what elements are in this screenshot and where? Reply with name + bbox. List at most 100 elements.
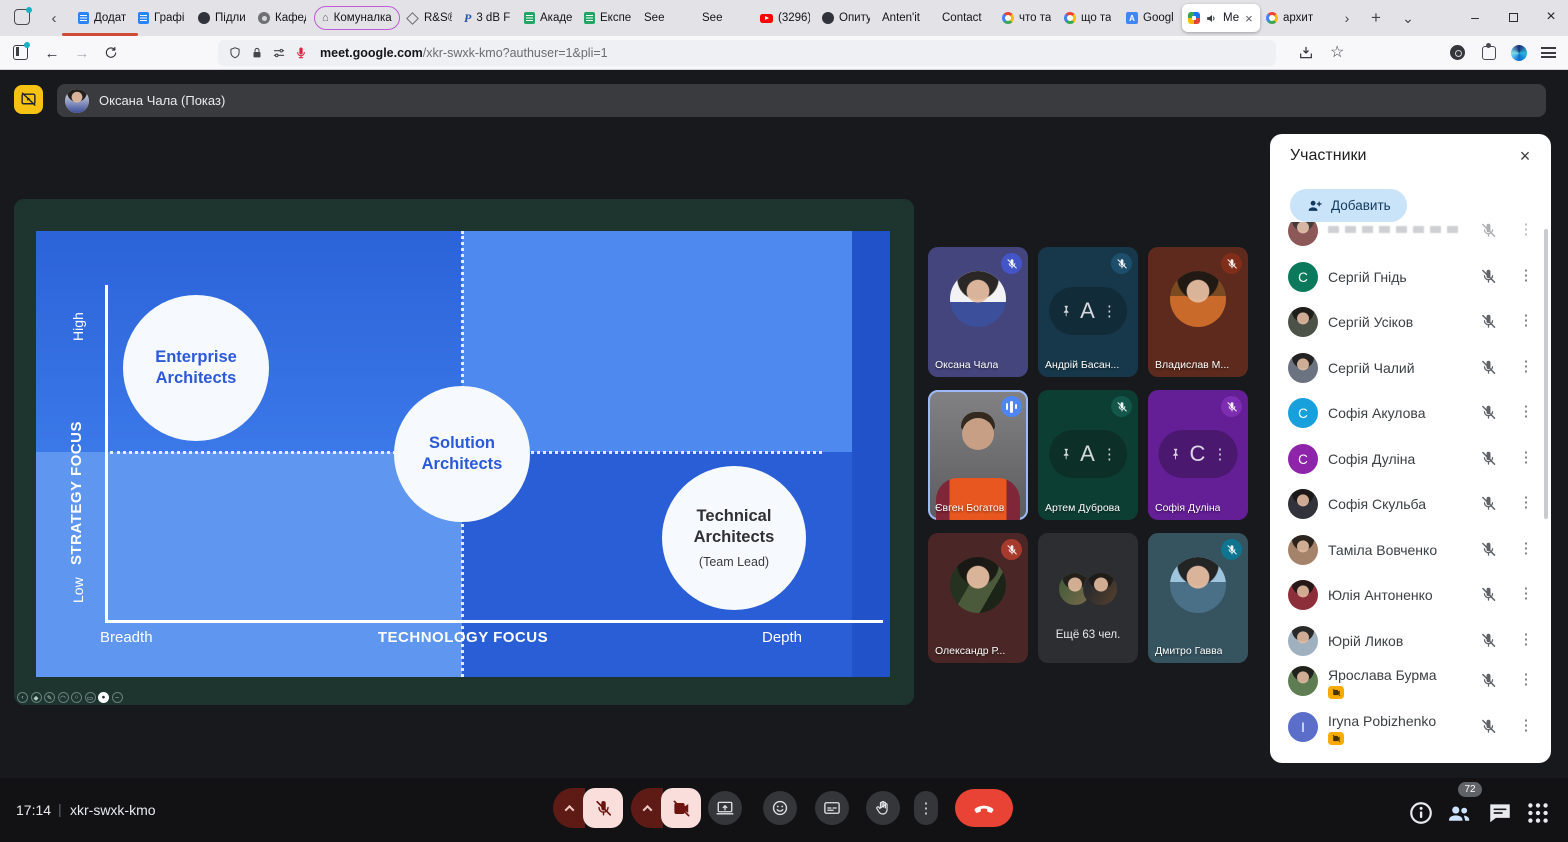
browser-tab[interactable]: Кафед bbox=[252, 4, 312, 32]
browser-tab[interactable]: Contact U bbox=[936, 4, 996, 32]
participant-row[interactable]: Таміла Вовченко ⋮ bbox=[1270, 528, 1551, 572]
participant-menu-icon[interactable]: ⋮ bbox=[1518, 266, 1534, 286]
participant-row[interactable]: I Iryna Pobizhenko ⋮ bbox=[1270, 705, 1551, 757]
participant-menu-icon[interactable]: ⋮ bbox=[1518, 584, 1534, 604]
shield-icon[interactable] bbox=[228, 46, 242, 60]
browser-tab[interactable]: See bbox=[638, 4, 696, 32]
participant-row[interactable]: Софія Скульба ⋮ bbox=[1270, 482, 1551, 526]
browser-tab[interactable]: що та bbox=[1058, 4, 1120, 32]
window-restore-button[interactable] bbox=[1494, 0, 1532, 34]
browser-tab[interactable]: Експе bbox=[578, 4, 638, 32]
video-tile-more-people[interactable]: Ещё 63 чел. bbox=[1038, 533, 1138, 663]
mic-permission-icon[interactable] bbox=[294, 46, 308, 60]
captions-button[interactable] bbox=[815, 791, 849, 825]
participant-menu-icon[interactable]: ⋮ bbox=[1518, 670, 1534, 690]
reactions-button[interactable] bbox=[763, 791, 797, 825]
activities-button[interactable] bbox=[1525, 800, 1551, 826]
participant-row-clipped[interactable]: ⋮ bbox=[1270, 222, 1551, 253]
tab-audio-speaker-icon[interactable] bbox=[1205, 12, 1218, 25]
window-close-button[interactable]: × bbox=[1532, 0, 1568, 34]
browser-tab[interactable]: (3296) bbox=[754, 4, 816, 32]
browser-tab-active-meet[interactable]: Ме × bbox=[1182, 4, 1260, 32]
participant-row[interactable]: Сергій Усіков ⋮ bbox=[1270, 300, 1551, 344]
browser-tab[interactable]: AGoogl bbox=[1120, 4, 1182, 32]
video-tile-andriy[interactable]: A ⋮ Андрій Басан... bbox=[1038, 247, 1138, 377]
participants-list[interactable]: ⋮ C Сергій Гнідь ⋮ Сергій Усіков ⋮ Сергі… bbox=[1270, 222, 1551, 757]
pin-icon[interactable] bbox=[1059, 447, 1073, 461]
leave-call-button[interactable] bbox=[955, 789, 1013, 827]
participant-menu-icon[interactable]: ⋮ bbox=[1518, 539, 1534, 559]
sidebar-icon[interactable] bbox=[13, 45, 28, 60]
address-bar[interactable]: meet.google.com/xkr-swxk-kmo?authuser=1&… bbox=[218, 40, 1276, 66]
browser-tab[interactable]: Додат bbox=[72, 4, 132, 32]
more-options-button[interactable]: ⋮ bbox=[914, 791, 938, 825]
browser-tab[interactable]: Підли bbox=[192, 4, 252, 32]
presenter-banner[interactable]: Оксана Чала (Показ) bbox=[57, 84, 1546, 117]
camera-options-button[interactable] bbox=[631, 788, 663, 828]
browser-tab[interactable]: архит bbox=[1260, 4, 1320, 32]
video-tile-artem[interactable]: A ⋮ Артем Дуброва bbox=[1038, 390, 1138, 520]
raise-hand-button[interactable] bbox=[866, 791, 900, 825]
mic-toggle-button-muted[interactable] bbox=[583, 788, 623, 828]
more-options-icon[interactable]: ⋮ bbox=[1102, 302, 1117, 320]
menu-hamburger-icon[interactable] bbox=[1541, 47, 1556, 58]
camera-toggle-button-off[interactable] bbox=[661, 788, 701, 828]
extensions-puzzle-icon[interactable] bbox=[1482, 46, 1496, 60]
participant-row[interactable]: C Софія Дуліна ⋮ bbox=[1270, 437, 1551, 481]
video-tile-sofia-d[interactable]: C ⋮ Софія Дуліна bbox=[1148, 390, 1248, 520]
tab-close-icon[interactable]: × bbox=[1245, 11, 1253, 26]
firefox-view-icon[interactable] bbox=[14, 9, 30, 25]
video-tile-dmytro[interactable]: Дмитро Гавва bbox=[1148, 533, 1248, 663]
participant-menu-icon[interactable]: ⋮ bbox=[1518, 402, 1534, 422]
participant-menu-icon[interactable]: ⋮ bbox=[1518, 448, 1534, 468]
tile-hover-controls[interactable]: A ⋮ bbox=[1049, 430, 1127, 478]
forward-button[interactable]: → bbox=[70, 41, 94, 65]
participant-row[interactable]: Ярослава Бурма ⋮ bbox=[1270, 659, 1551, 711]
pin-icon[interactable] bbox=[1059, 304, 1073, 318]
tile-hover-controls[interactable]: C ⋮ bbox=[1159, 430, 1238, 478]
mic-options-button[interactable] bbox=[553, 788, 585, 828]
video-tile-oleksandr[interactable]: Олександр Р... bbox=[928, 533, 1028, 663]
participant-row[interactable]: C Софія Акулова ⋮ bbox=[1270, 391, 1551, 435]
browser-tab[interactable]: что та bbox=[996, 4, 1058, 32]
participant-menu-icon[interactable]: ⋮ bbox=[1518, 222, 1534, 240]
window-minimize-button[interactable]: – bbox=[1456, 0, 1494, 34]
permissions-icon[interactable] bbox=[272, 46, 286, 60]
pin-icon[interactable] bbox=[1169, 447, 1183, 461]
participants-button[interactable] bbox=[1446, 800, 1472, 826]
more-options-icon[interactable]: ⋮ bbox=[1102, 445, 1117, 463]
chat-button[interactable] bbox=[1487, 800, 1513, 826]
browser-tab[interactable]: Графі bbox=[132, 4, 192, 32]
bookmark-star-icon[interactable]: ☆ bbox=[1330, 42, 1344, 62]
list-all-tabs-button[interactable]: ⌄ bbox=[1396, 6, 1420, 30]
browser-tab[interactable]: P3 dB F bbox=[458, 4, 518, 32]
video-tile-vladyslav[interactable]: Владислав М... bbox=[1148, 247, 1248, 377]
add-participant-button[interactable]: Добавить bbox=[1290, 189, 1407, 222]
browser-tab[interactable]: R&S® bbox=[400, 4, 458, 32]
participant-menu-icon[interactable]: ⋮ bbox=[1518, 716, 1534, 736]
presentation-hidden-button[interactable] bbox=[14, 85, 43, 114]
save-to-library-icon[interactable] bbox=[1298, 45, 1314, 61]
lock-icon[interactable] bbox=[250, 46, 264, 60]
participant-menu-icon[interactable]: ⋮ bbox=[1518, 311, 1534, 331]
browser-tab[interactable]: See bbox=[696, 4, 754, 32]
panel-scrollbar[interactable] bbox=[1544, 229, 1548, 519]
participant-row[interactable]: Юлія Антоненко ⋮ bbox=[1270, 573, 1551, 617]
tab-scroll-right-button[interactable]: › bbox=[1335, 6, 1359, 30]
browser-tab[interactable]: Акаде bbox=[518, 4, 578, 32]
extension-icon[interactable] bbox=[1450, 45, 1465, 60]
video-tile-yevhen-speaking[interactable]: Євген Богатов bbox=[928, 390, 1028, 520]
participant-menu-icon[interactable]: ⋮ bbox=[1518, 493, 1534, 513]
video-tile-oksana[interactable]: Оксана Чала bbox=[928, 247, 1028, 377]
more-options-icon[interactable]: ⋮ bbox=[1212, 445, 1227, 463]
browser-tab[interactable]: Anten'it – bbox=[876, 4, 936, 32]
tab-scroll-left-button[interactable]: ‹ bbox=[42, 5, 66, 31]
meeting-details-button[interactable] bbox=[1408, 800, 1434, 826]
participant-row[interactable]: C Сергій Гнідь ⋮ bbox=[1270, 255, 1551, 299]
present-screen-button[interactable] bbox=[708, 791, 742, 825]
participant-row[interactable]: Юрій Ликов ⋮ bbox=[1270, 619, 1551, 663]
participant-row[interactable]: Сергій Чалий ⋮ bbox=[1270, 346, 1551, 390]
reload-button[interactable] bbox=[104, 46, 118, 60]
new-tab-button[interactable]: + bbox=[1364, 6, 1388, 30]
panel-close-button[interactable]: × bbox=[1513, 144, 1537, 168]
